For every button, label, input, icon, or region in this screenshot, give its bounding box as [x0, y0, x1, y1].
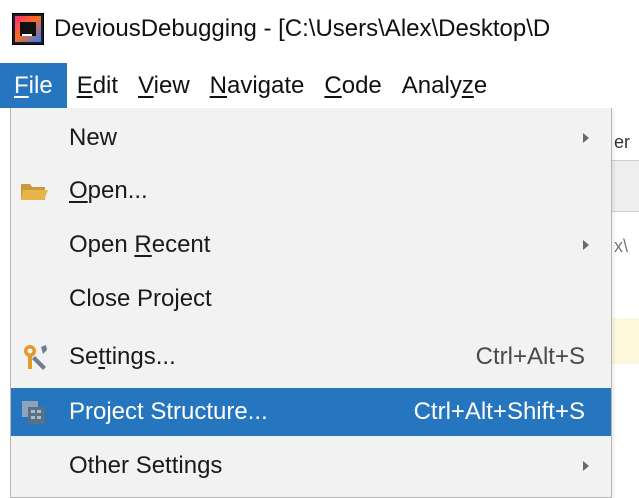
background-highlight-line — [612, 318, 639, 364]
title-bar: DeviousDebugging - [C:\Users\Alex\Deskto… — [0, 0, 639, 58]
folder-icon — [21, 184, 48, 200]
window-title: DeviousDebugging - [C:\Users\Alex\Deskto… — [54, 15, 551, 42]
file-menu-project-structure-label: Project Structure... — [69, 398, 268, 425]
file-menu-close-project[interactable]: Close Project — [11, 275, 611, 323]
submenu-arrow-icon — [583, 133, 589, 143]
background-tab-strip — [612, 160, 639, 212]
file-menu-settings-rest: tings... — [105, 343, 176, 370]
settings-wrench-icon — [24, 345, 47, 370]
menu-view-rest: iew — [153, 72, 190, 99]
menu-code-rest: ode — [341, 72, 382, 99]
file-menu-project-structure[interactable]: Project Structure... Ctrl+Alt+Shift+S — [11, 388, 611, 436]
file-menu-open-recent-label: Open Recent — [69, 231, 210, 259]
file-menu-open-label: Open... — [69, 177, 148, 205]
background-text-fragment: er — [614, 132, 631, 152]
menu-view[interactable]: View — [128, 63, 200, 108]
file-menu-close-project-label: Close Project — [69, 285, 212, 312]
file-menu-settings-pre: Se — [69, 343, 99, 370]
menu-edit-rest: dit — [92, 72, 119, 99]
file-menu-open[interactable]: Open... — [11, 167, 611, 215]
menu-navigate[interactable]: Navigate — [200, 63, 315, 108]
file-menu-open-recent[interactable]: Open Recent — [11, 221, 611, 269]
file-menu-settings-label: Settings... — [69, 343, 176, 371]
background-path-fragment: x\ — [614, 236, 629, 256]
file-menu-open-recent-mnemonic: R — [134, 231, 152, 258]
menu-file[interactable]: File — [0, 63, 67, 108]
file-menu-open-recent-pre: Open — [69, 231, 135, 258]
menu-navigate-mnemonic: N — [209, 72, 227, 99]
file-menu-settings[interactable]: Settings... Ctrl+Alt+S — [11, 333, 611, 381]
file-menu-other-settings[interactable]: Other Settings — [11, 442, 611, 490]
menu-edit-mnemonic: E — [76, 72, 93, 99]
project-structure-icon — [22, 401, 45, 424]
menu-analyze-rest: e — [473, 72, 488, 99]
file-menu-new-label: New — [69, 124, 118, 151]
menu-navigate-rest: avigate — [227, 72, 305, 99]
file-menu-settings-shortcut: Ctrl+Alt+S — [475, 343, 585, 370]
file-menu-other-settings-label: Other Settings — [69, 452, 223, 479]
menu-bar: File Edit View Navigate Code Analyze — [0, 63, 639, 108]
file-menu-open-mnemonic: O — [69, 177, 88, 204]
menu-file-mnemonic: F — [14, 72, 29, 99]
menu-analyze[interactable]: Analyze — [392, 63, 497, 108]
file-menu-dropdown: New Open... Open Recent Close Project Se… — [10, 108, 612, 498]
menu-edit[interactable]: Edit — [67, 63, 128, 108]
file-menu-open-recent-rest: ecent — [151, 231, 211, 258]
menu-file-rest: ile — [28, 72, 53, 99]
menu-view-mnemonic: V — [138, 72, 154, 99]
submenu-arrow-icon — [583, 240, 589, 250]
menu-analyze-mnemonic: z — [461, 72, 474, 99]
submenu-arrow-icon — [583, 461, 589, 471]
file-menu-project-structure-shortcut: Ctrl+Alt+Shift+S — [413, 398, 585, 425]
menu-analyze-pre: Analy — [401, 72, 462, 99]
file-menu-new[interactable]: New — [11, 114, 611, 162]
menu-code[interactable]: Code — [314, 63, 391, 108]
menu-code-mnemonic: C — [324, 72, 342, 99]
file-menu-open-rest: pen... — [87, 177, 148, 204]
intellij-app-icon — [12, 13, 44, 45]
